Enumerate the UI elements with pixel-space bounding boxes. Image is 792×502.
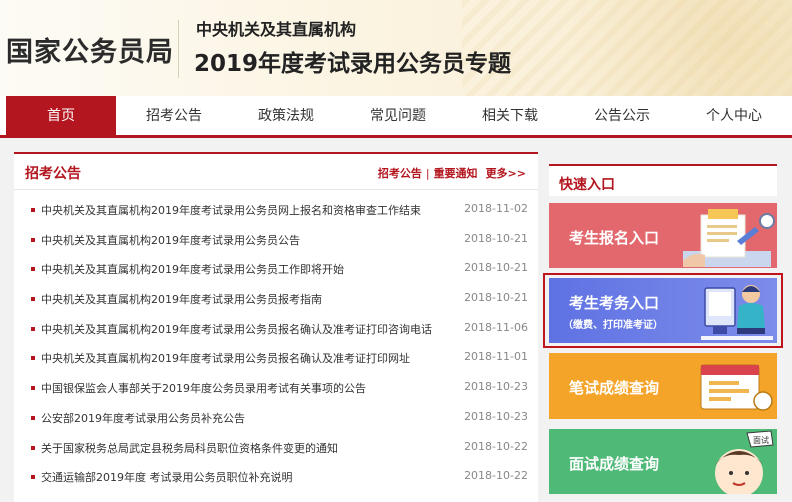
page-title: 2019年度考试录用公务员专题 (194, 51, 512, 77)
exam-affairs-entry-button[interactable]: 考生考务入口 （缴费、打印准考证） (549, 278, 777, 343)
header-pattern (462, 0, 792, 96)
bullet-icon (31, 475, 35, 480)
org-name[interactable]: 国家公务员局 (6, 30, 174, 69)
announcements-panel: 招考公告 招考公告 | 重要通知 更多>> 中央机关及其直属机构2019年度考试录用公… (14, 152, 538, 502)
news-title[interactable]: 中央机关及其直属机构2019年度考试录用公务员公告 (41, 232, 300, 248)
quick-entry-header: 快速入口 (549, 164, 777, 196)
site-header: 国家公务员局 中央机关及其直属机构 2019年度考试录用公务员专题 (0, 0, 792, 96)
news-date: 2018-10-22 (464, 439, 528, 453)
calendar-score-icon (700, 364, 773, 411)
quick-entry-title: 快速入口 (559, 177, 615, 193)
header-divider (178, 20, 179, 78)
bullet-icon (31, 267, 35, 272)
news-title[interactable]: 中央机关及其直属机构2019年度考试录用公务员报考指南 (41, 291, 322, 307)
interview-results-label: 面试成绩查询 (569, 455, 660, 473)
announcements-links: 招考公告 | 重要通知 更多>> (378, 165, 526, 181)
news-date: 2018-11-02 (464, 202, 528, 215)
announcements-title: 招考公告 (25, 166, 81, 182)
header-subtitle: 中央机关及其直属机构 (196, 20, 357, 39)
list-item[interactable]: 中央机关及其直属机构2019年度考试录用公务员工作即将开始 2018-10-21 (14, 259, 538, 289)
written-results-label: 笔试成绩查询 (569, 379, 660, 397)
news-title[interactable]: 中央机关及其直属机构2019年度考试录用公务员工作即将开始 (41, 261, 344, 277)
list-item[interactable]: 关于国家税务总局武定县税务局科员职位资格条件变更的通知 2018-10-22 (14, 438, 538, 468)
announcements-header: 招考公告 招考公告 | 重要通知 更多>> (14, 154, 538, 190)
news-date: 2018-11-06 (464, 320, 528, 334)
news-title[interactable]: 中央机关及其直属机构2019年度考试录用公务员网上报名和资格审查工作结束 (41, 202, 421, 218)
nav-personal-center[interactable]: 个人中心 (678, 96, 790, 135)
nav-public-notices[interactable]: 公告公示 (566, 96, 678, 135)
link-important-notices[interactable]: 重要通知 (434, 167, 478, 180)
link-separator: | (425, 167, 430, 180)
news-title[interactable]: 中央机关及其直属机构2019年度考试录用公务员报名确认及准考证打印网址 (41, 350, 410, 366)
written-results-button[interactable]: 笔试成绩查询 (549, 353, 777, 419)
bullet-icon (31, 237, 35, 242)
announcements-list: 中央机关及其直属机构2019年度考试录用公务员网上报名和资格审查工作结束 2018… (14, 200, 538, 497)
interview-badge-text: 面试 (753, 435, 769, 445)
news-title[interactable]: 关于国家税务总局武定县税务局科员职位资格条件变更的通知 (41, 440, 338, 456)
list-item[interactable]: 公安部2019年度考试录用公务员补充公告 2018-10-23 (14, 408, 538, 438)
link-recruit-notices[interactable]: 招考公告 (378, 167, 422, 180)
bullet-icon (31, 208, 35, 212)
list-item[interactable]: 交通运输部2019年度 考试录用公务员职位补充说明 2018-10-22 (14, 467, 538, 497)
news-date: 2018-11-01 (464, 350, 528, 364)
nav-downloads[interactable]: 相关下载 (454, 96, 566, 135)
news-date: 2018-10-21 (464, 291, 528, 305)
exam-affairs-label: 考生考务入口 (569, 294, 660, 312)
bullet-icon (31, 297, 35, 302)
news-date: 2018-10-22 (464, 469, 528, 483)
news-title[interactable]: 中央机关及其直属机构2019年度考试录用公务员报名确认及准考证打印咨询电话 (41, 321, 432, 337)
list-item[interactable]: 中国银保监会人事部关于2019年度公务员录用考试有关事项的公告 2018-10-2… (14, 378, 538, 408)
list-item[interactable]: 中央机关及其直属机构2019年度考试录用公务员公告 2018-10-21 (14, 230, 538, 260)
interview-person-icon: 面试 (715, 430, 774, 494)
exam-affairs-sublabel: （缴费、打印准考证） (563, 320, 663, 331)
news-date: 2018-10-21 (464, 231, 528, 245)
bullet-icon (31, 386, 35, 391)
main-nav: 首页 招考公告 政策法规 常见问题 相关下载 公告公示 个人中心 (0, 96, 792, 138)
news-date: 2018-10-23 (464, 409, 528, 423)
bullet-icon (31, 445, 35, 450)
news-date: 2018-10-23 (464, 380, 528, 394)
news-date: 2018-10-21 (464, 261, 528, 275)
nav-home[interactable]: 首页 (6, 96, 116, 135)
list-item[interactable]: 中央机关及其直属机构2019年度考试录用公务员报考指南 2018-10-21 (14, 289, 538, 319)
register-entry-label: 考生报名入口 (569, 229, 660, 247)
person-at-computer-icon (701, 285, 773, 340)
news-title[interactable]: 中国银保监会人事部关于2019年度公务员录用考试有关事项的公告 (41, 380, 366, 396)
bullet-icon (31, 356, 35, 361)
list-item[interactable]: 中央机关及其直属机构2019年度考试录用公务员报名确认及准考证打印咨询电话 201… (14, 319, 538, 349)
registration-form-icon (683, 209, 775, 267)
list-item[interactable]: 中央机关及其直属机构2019年度考试录用公务员网上报名和资格审查工作结束 2018… (14, 200, 538, 230)
bullet-icon (31, 415, 35, 420)
interview-results-button[interactable]: 面试成绩查询 面试 (549, 429, 777, 494)
bullet-icon (31, 326, 35, 331)
nav-faq[interactable]: 常见问题 (342, 96, 454, 135)
list-item[interactable]: 中央机关及其直属机构2019年度考试录用公务员报名确认及准考证打印网址 2018-… (14, 348, 538, 378)
nav-policies[interactable]: 政策法规 (230, 96, 342, 135)
nav-announcements[interactable]: 招考公告 (118, 96, 230, 135)
news-title[interactable]: 公安部2019年度考试录用公务员补充公告 (41, 410, 245, 426)
more-link[interactable]: 更多>> (486, 167, 526, 180)
news-title[interactable]: 交通运输部2019年度 考试录用公务员职位补充说明 (41, 469, 293, 485)
register-entry-button[interactable]: 考生报名入口 (549, 203, 777, 268)
